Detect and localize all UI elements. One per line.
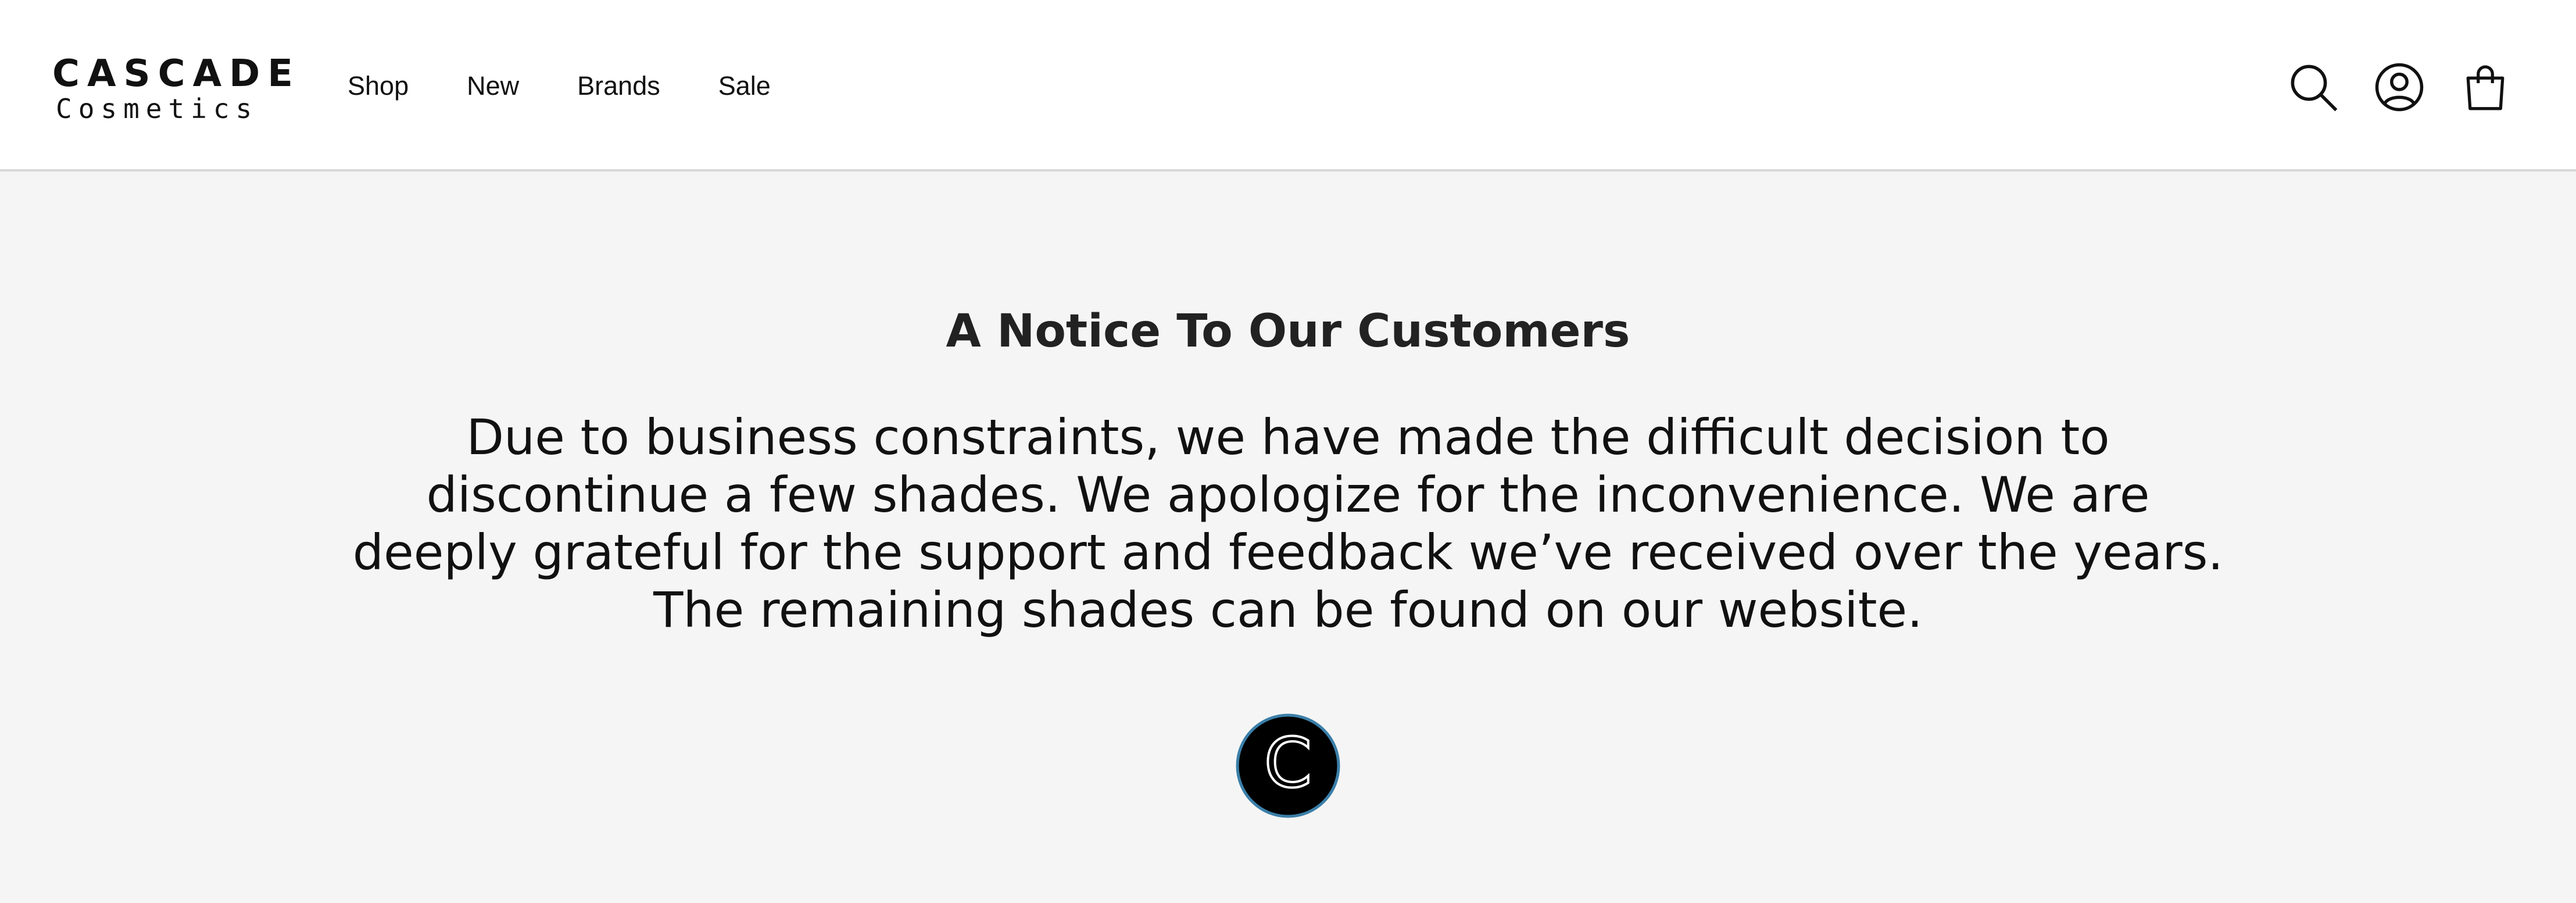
site-header: CASCADE Cosmetics Shop New Brands Sale xyxy=(0,0,2576,172)
cart-button[interactable] xyxy=(2456,58,2514,116)
search-icon xyxy=(2291,65,2338,112)
header-actions xyxy=(2284,58,2514,116)
logo-wordmark: CASCADE xyxy=(52,52,300,95)
notice-message: Due to business constraints, we have mad… xyxy=(352,409,2224,638)
main-nav: Shop New Brands Sale xyxy=(348,69,771,103)
notice-title: A Notice To Our Customers xyxy=(946,305,1630,358)
account-button[interactable] xyxy=(2370,58,2428,116)
cart-icon xyxy=(2466,65,2505,110)
nav-item-shop[interactable]: Shop xyxy=(348,69,409,103)
brand-logo[interactable]: CASCADE Cosmetics xyxy=(52,52,300,124)
account-icon xyxy=(2375,63,2424,112)
nav-item-brands[interactable]: Brands xyxy=(577,69,660,103)
notice-section: A Notice To Our Customers Due to busines… xyxy=(0,172,2576,903)
nav-item-new[interactable]: New xyxy=(467,69,519,103)
brand-badge-letter: C xyxy=(1264,723,1312,803)
nav-item-sale[interactable]: Sale xyxy=(718,69,771,103)
search-button[interactable] xyxy=(2284,58,2342,116)
logo-subtitle: Cosmetics xyxy=(56,93,259,124)
brand-badge-icon: C xyxy=(1236,713,1340,818)
